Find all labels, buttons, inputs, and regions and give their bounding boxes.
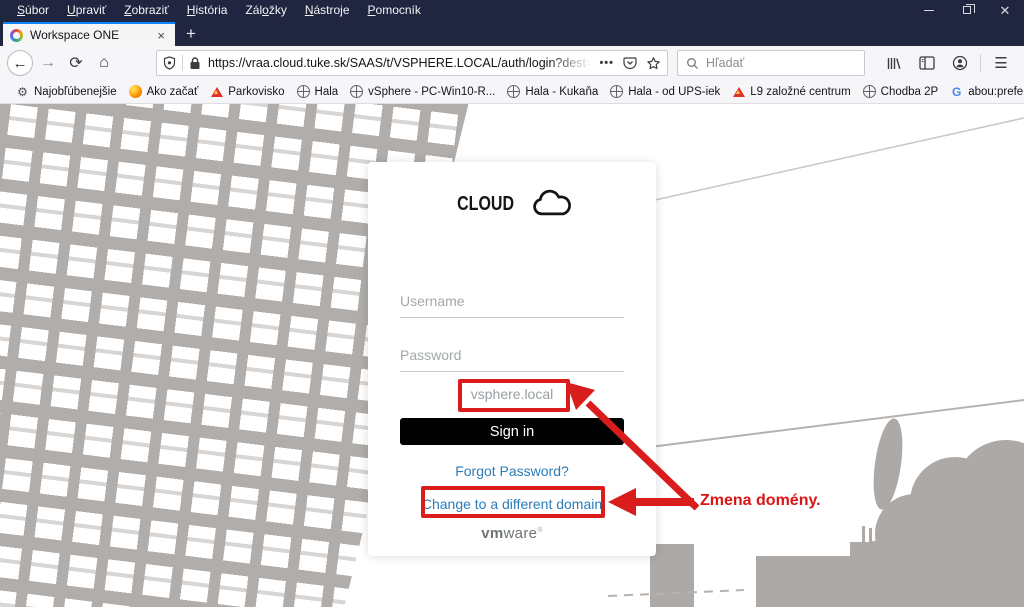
vmware-logo-bold: vm [481, 525, 503, 542]
bookmark-label: L9 založné centrum [750, 86, 850, 98]
globe-icon [863, 85, 876, 98]
pocket-icon[interactable] [623, 56, 637, 70]
back-button[interactable]: ← [6, 49, 34, 77]
menu-tools[interactable]: Nástroje [296, 0, 359, 20]
lock-icon[interactable] [189, 56, 201, 70]
back-icon: ← [7, 50, 33, 76]
annotation-box-change-domain [421, 486, 605, 518]
search-bar[interactable]: Hľadať [677, 50, 865, 76]
menu-bar: Súbor Upraviť Zobraziť História Záložky … [0, 0, 1024, 20]
username-input[interactable]: Username [400, 293, 624, 318]
bookmark-label: Hala [315, 86, 339, 98]
page-actions-more-icon[interactable]: ••• [599, 57, 614, 69]
library-icon[interactable] [881, 50, 907, 76]
globe-icon [610, 85, 623, 98]
menu-file[interactable]: Súbor [8, 0, 58, 20]
urlbar-divider [182, 55, 183, 71]
search-icon [686, 57, 699, 70]
home-button[interactable]: ⌂ [90, 49, 118, 77]
sidebar-icon[interactable] [914, 50, 940, 76]
password-input[interactable]: Password [400, 347, 624, 372]
menu-view[interactable]: Zobraziť [115, 0, 178, 20]
bookmark-item[interactable]: Gabou:preferences - Hľ... [944, 85, 1024, 98]
sign-in-button[interactable]: Sign in [400, 418, 624, 445]
password-placeholder: Password [400, 347, 461, 363]
vmware-reg-mark: ® [537, 527, 542, 534]
bookmark-label: Hala - od UPS-iek [628, 86, 720, 98]
bookmark-item[interactable]: Hala - Kukaňa [501, 85, 604, 98]
vmware-logo: vmware® [368, 525, 656, 542]
menu-help[interactable]: Pomocník [359, 0, 430, 20]
restore-icon [963, 6, 971, 14]
triangle-icon [210, 85, 223, 98]
bookmark-label: abou:preferences - Hľ... [968, 86, 1024, 98]
bookmark-item[interactable]: Hala - od UPS-iek [604, 85, 726, 98]
globe-icon [297, 85, 310, 98]
page-actions: ••• [599, 56, 661, 71]
username-placeholder: Username [400, 293, 465, 309]
bookmark-item[interactable]: L9 založné centrum [726, 85, 856, 98]
search-placeholder: Hľadať [706, 56, 744, 70]
hamburger-menu-icon[interactable]: ☰ [988, 50, 1014, 76]
forward-button[interactable]: → [34, 49, 62, 77]
vmware-logo-light: ware [504, 525, 538, 542]
workspace-one-favicon [10, 29, 23, 42]
window-controls: ✕ [910, 0, 1024, 20]
firefox-icon [129, 85, 142, 98]
cloud-logo-text: CLOUD [457, 193, 514, 216]
account-icon[interactable] [947, 50, 973, 76]
bookmark-item[interactable]: Parkovisko [204, 85, 290, 98]
minimize-button[interactable] [910, 0, 948, 20]
tab-workspace-one[interactable]: Workspace ONE × [3, 22, 175, 46]
menu-bookmarks[interactable]: Záložky [236, 0, 295, 20]
bookmark-item[interactable]: Chodba 2P [857, 85, 945, 98]
cloud-logo: CLOUD [368, 188, 656, 220]
tab-close-icon[interactable]: × [154, 28, 168, 43]
bookmark-star-icon[interactable] [646, 56, 661, 71]
tracking-shield-icon[interactable] [163, 56, 176, 70]
bookmark-item[interactable]: Ako začať [123, 85, 205, 98]
bookmark-label: Hala - Kukaňa [525, 86, 598, 98]
forgot-password-link[interactable]: Forgot Password? [368, 463, 656, 479]
new-tab-button[interactable]: + [175, 22, 207, 46]
navigation-toolbar: ← → ⟳ ⌂ https://vraa.cloud.tuke.sk/SAAS/… [0, 46, 1024, 80]
bookmark-label: vSphere - PC-Win10-R... [368, 86, 495, 98]
bookmarks-toolbar: Najobľúbenejšie Ako začať Parkovisko Hal… [0, 80, 1024, 104]
menu-history[interactable]: História [178, 0, 237, 20]
url-text[interactable]: https://vraa.cloud.tuke.sk/SAAS/t/VSPHER… [208, 56, 595, 70]
tab-title: Workspace ONE [30, 28, 154, 42]
bookmark-item[interactable]: vSphere - PC-Win10-R... [344, 85, 501, 98]
bookmark-label: Ako začať [147, 86, 199, 98]
reload-button[interactable]: ⟳ [62, 49, 90, 77]
cloud-icon [528, 188, 574, 220]
toolbar-divider [980, 54, 981, 72]
globe-icon [350, 85, 363, 98]
restore-button[interactable] [948, 0, 986, 20]
annotation-box-domain-value [458, 379, 570, 412]
bookmark-item[interactable]: Hala [291, 85, 345, 98]
triangle-icon [732, 85, 745, 98]
minimize-icon [924, 10, 934, 11]
bookmark-label: Najobľúbenejšie [34, 86, 117, 98]
google-icon: G [950, 85, 963, 98]
page-content: CLOUD Username Password vsphere.local Si… [0, 104, 1024, 607]
tab-bar: Workspace ONE × + [0, 20, 1024, 46]
bookmark-label: Chodba 2P [881, 86, 939, 98]
globe-icon [507, 85, 520, 98]
bookmark-item[interactable]: Najobľúbenejšie [10, 85, 123, 98]
menu-edit[interactable]: Upraviť [58, 0, 115, 20]
url-bar[interactable]: https://vraa.cloud.tuke.sk/SAAS/t/VSPHER… [156, 50, 668, 76]
gear-icon [16, 85, 29, 98]
bookmark-label: Parkovisko [228, 86, 284, 98]
annotation-label: Zmena domény. [700, 492, 821, 510]
toolbar-right-icons: ☰ [881, 50, 1018, 76]
close-button[interactable]: ✕ [986, 0, 1024, 20]
